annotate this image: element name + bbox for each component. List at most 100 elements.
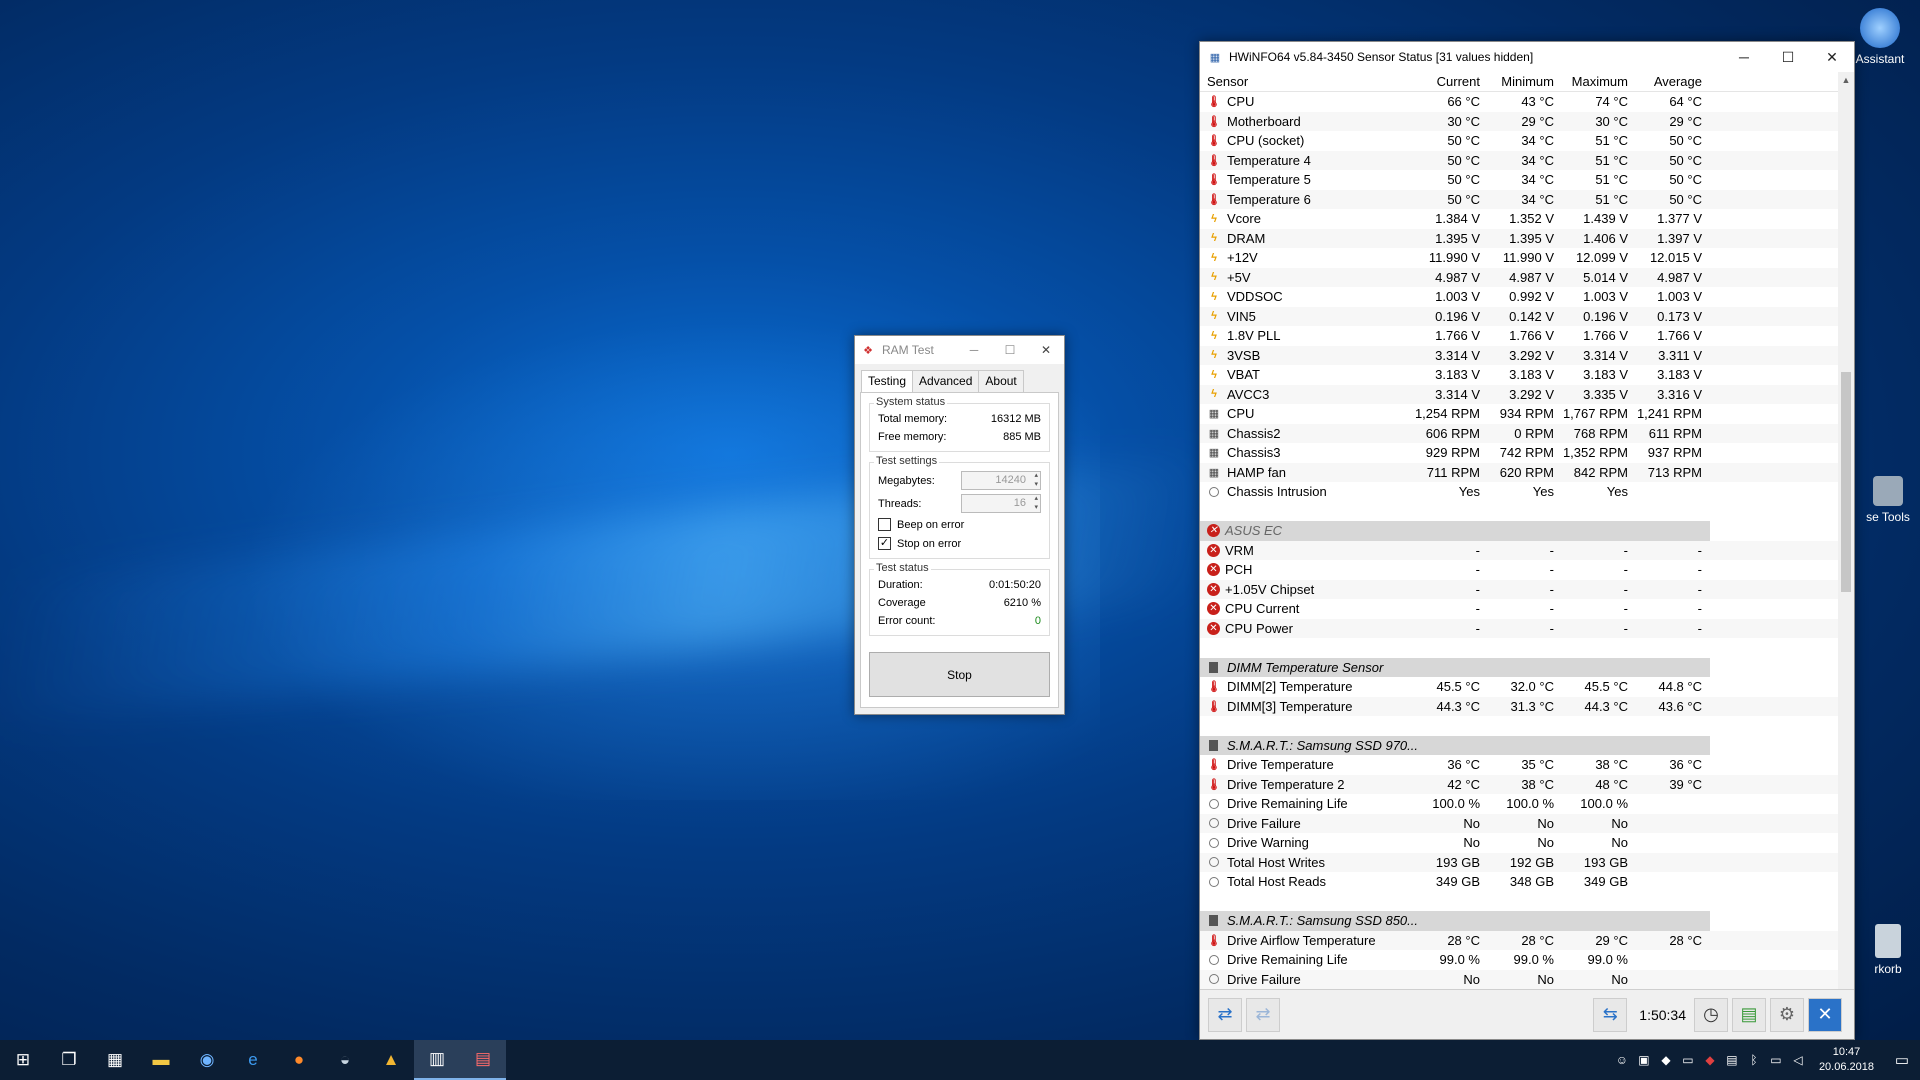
people-icon[interactable]: ☺: [1611, 1053, 1633, 1067]
megabytes-stepper[interactable]: 14240: [961, 471, 1041, 490]
column-header-current[interactable]: Current: [1410, 74, 1484, 89]
tray-app-icon[interactable]: ▣: [1633, 1053, 1655, 1067]
sensor-row[interactable]: 🌡 Motherboard 30 °C 29 °C 30 °C 29 °C: [1200, 111, 1840, 131]
tray-bluetooth-icon[interactable]: ᛒ: [1743, 1053, 1765, 1067]
column-header-average[interactable]: Average: [1632, 74, 1706, 89]
threads-stepper[interactable]: 16: [961, 494, 1041, 513]
sensor-row[interactable]: ϟ DRAM 1.395 V 1.395 V 1.406 V 1.397 V: [1200, 228, 1840, 248]
sensor-row[interactable]: ϟ 1.8V PLL 1.766 V 1.766 V 1.766 V 1.766 V: [1200, 326, 1840, 346]
hwinfo-titlebar[interactable]: ▦ HWiNFO64 v5.84-3450 Sensor Status [31 …: [1200, 42, 1854, 72]
ramtest-taskbar-icon[interactable]: ▥: [414, 1040, 460, 1080]
close-button[interactable]: ✕: [1810, 42, 1854, 72]
sensor-row[interactable]: 🌡 DIMM[3] Temperature 44.3 °C 31.3 °C 44.3 °…: [1200, 696, 1840, 716]
network-icon[interactable]: ⇆: [1593, 997, 1628, 1032]
sensor-row[interactable]: ✕ +1.05V Chipset - - - -: [1200, 579, 1840, 599]
sensor-row[interactable]: Drive Remaining Life 99.0 % 99.0 % 99.0 %: [1200, 950, 1840, 970]
sensor-row[interactable]: ϟ 3VSB 3.314 V 3.292 V 3.314 V 3.311 V: [1200, 345, 1840, 365]
sensor-row[interactable]: ▦ Chassis2 606 RPM 0 RPM 768 RPM 611 RPM: [1200, 423, 1840, 443]
maximize-button[interactable]: ☐: [992, 336, 1028, 364]
sensor-row[interactable]: ▦ CPU 1,254 RPM 934 RPM 1,767 RPM 1,241 RPM: [1200, 404, 1840, 424]
nav-arrows-alt-icon[interactable]: ⇄: [1246, 997, 1280, 1032]
sensor-table[interactable]: Sensor Current Minimum Maximum Average 🌡…: [1200, 72, 1840, 1032]
sensor-row[interactable]: 🌡 CPU (socket) 50 °C 34 °C 51 °C 50 °C: [1200, 131, 1840, 151]
column-header-maximum[interactable]: Maximum: [1558, 74, 1632, 89]
hwinfo-window[interactable]: ▦ HWiNFO64 v5.84-3450 Sensor Status [31 …: [1199, 41, 1855, 1040]
sensor-row[interactable]: ▦ HAMP fan 711 RPM 620 RPM 842 RPM 713 RPM: [1200, 462, 1840, 482]
sensor-row[interactable]: ✕ PCH - - - -: [1200, 560, 1840, 580]
tray-monitor-icon[interactable]: ▭: [1677, 1053, 1699, 1067]
sensor-row[interactable]: 🌡 CPU 66 °C 43 °C 74 °C 64 °C: [1200, 92, 1840, 112]
sensor-row[interactable]: Drive Failure No No No: [1200, 969, 1840, 989]
maximize-button[interactable]: ☐: [1766, 42, 1810, 72]
desktop-icon-recycle-bin[interactable]: rkorb: [1856, 924, 1920, 976]
network-icon[interactable]: ▭: [1765, 1053, 1787, 1067]
stop-on-error-checkbox[interactable]: ✓ Stop on error: [878, 534, 1041, 553]
sensor-row[interactable]: Drive Failure No No No: [1200, 813, 1840, 833]
sensor-row[interactable]: 🌡 Temperature 6 50 °C 34 °C 51 °C 50 °C: [1200, 189, 1840, 209]
warning-app-icon[interactable]: ▲: [368, 1040, 414, 1080]
minimize-button[interactable]: ─: [1722, 42, 1766, 72]
tray-keyboard-icon[interactable]: ▤: [1721, 1053, 1743, 1067]
tab-testing[interactable]: Testing: [861, 370, 914, 392]
sensor-group-header[interactable]: DIMM Temperature Sensor: [1200, 657, 1840, 677]
sensor-group-header[interactable]: S.M.A.R.T.: Samsung SSD 970...: [1200, 735, 1840, 755]
task-view-icon[interactable]: ❐: [46, 1040, 92, 1080]
tab-advanced[interactable]: Advanced: [912, 370, 980, 392]
sensor-row[interactable]: ✕ VRM - - - -: [1200, 540, 1840, 560]
tray-shield-icon[interactable]: ◆: [1655, 1053, 1677, 1067]
sensor-row[interactable]: ϟ +12V 11.990 V 11.990 V 12.099 V 12.015 V: [1200, 248, 1840, 268]
scroll-up-icon[interactable]: ▲: [1838, 72, 1854, 88]
sensor-group-header[interactable]: S.M.A.R.T.: Samsung SSD 850...: [1200, 911, 1840, 931]
sensor-group-header[interactable]: ✕ ASUS EC: [1200, 521, 1840, 541]
sensor-row[interactable]: ✕ CPU Current - - - -: [1200, 599, 1840, 619]
sensor-row[interactable]: ϟ VDDSOC 1.003 V 0.992 V 1.003 V 1.003 V: [1200, 287, 1840, 307]
nav-arrows-icon[interactable]: ⇄: [1208, 997, 1242, 1032]
close-button[interactable]: ✕: [1028, 336, 1064, 364]
sensor-row[interactable]: 🌡 Drive Temperature 2 42 °C 38 °C 48 °C 39 °C: [1200, 774, 1840, 794]
sensor-row[interactable]: 🌡 DIMM[2] Temperature 45.5 °C 32.0 °C 45.5 °…: [1200, 677, 1840, 697]
tray-security-icon[interactable]: ◆: [1699, 1053, 1721, 1067]
sensor-row[interactable]: ✕ CPU Power - - - -: [1200, 618, 1840, 638]
sensor-row[interactable]: 🌡 Drive Temperature 36 °C 35 °C 38 °C 36 °C: [1200, 755, 1840, 775]
sensor-row[interactable]: 🌡 Temperature 5 50 °C 34 °C 51 °C 50 °C: [1200, 170, 1840, 190]
scrollbar-thumb[interactable]: [1841, 372, 1851, 592]
ramtest-titlebar[interactable]: ❖ RAM Test ─ ☐ ✕: [855, 336, 1064, 364]
action-center-icon[interactable]: ▭: [1884, 1051, 1920, 1069]
edge-icon[interactable]: e: [230, 1040, 276, 1080]
start-windows-icon[interactable]: ⊞: [0, 1040, 46, 1080]
sensor-row[interactable]: 🌡 Drive Airflow Temperature 28 °C 28 °C 29 °…: [1200, 930, 1840, 950]
beep-on-error-checkbox[interactable]: Beep on error: [878, 515, 1041, 534]
volume-icon[interactable]: ◁: [1787, 1053, 1809, 1067]
sensor-row[interactable]: Drive Remaining Life 100.0 % 100.0 % 100.0 …: [1200, 794, 1840, 814]
sensor-row[interactable]: ▦ Chassis3 929 RPM 742 RPM 1,352 RPM 937 RPM: [1200, 443, 1840, 463]
taskbar-clock[interactable]: 10:47 20.06.2018: [1809, 1045, 1884, 1075]
sensor-row[interactable]: ϟ Vcore 1.384 V 1.352 V 1.439 V 1.377 V: [1200, 209, 1840, 229]
clock-icon[interactable]: ◷: [1694, 997, 1728, 1032]
sensor-row[interactable]: Total Host Reads 349 GB 348 GB 349 GB: [1200, 872, 1840, 892]
tab-about[interactable]: About: [978, 370, 1024, 392]
ramtest-window[interactable]: ❖ RAM Test ─ ☐ ✕ Testing Advanced About …: [854, 335, 1065, 715]
hwinfo-taskbar-icon[interactable]: ▤: [460, 1040, 506, 1080]
sensor-row[interactable]: ϟ VBAT 3.183 V 3.183 V 3.183 V 3.183 V: [1200, 365, 1840, 385]
sensor-row[interactable]: Drive Warning No No No: [1200, 833, 1840, 853]
sensor-row[interactable]: ϟ AVCC3 3.314 V 3.292 V 3.335 V 3.316 V: [1200, 384, 1840, 404]
report-icon[interactable]: ▤: [1732, 997, 1766, 1032]
file-explorer-icon[interactable]: ▬: [138, 1040, 184, 1080]
firefox-icon[interactable]: ●: [276, 1040, 322, 1080]
vertical-scrollbar[interactable]: ▲ ▼: [1838, 72, 1854, 1032]
calculator-icon[interactable]: ▦: [92, 1040, 138, 1080]
sensor-row[interactable]: ϟ +5V 4.987 V 4.987 V 5.014 V 4.987 V: [1200, 267, 1840, 287]
settings-icon[interactable]: ⚙: [1770, 997, 1804, 1032]
sensor-row[interactable]: Total Host Writes 193 GB 192 GB 193 GB: [1200, 852, 1840, 872]
steam-icon[interactable]: ◒: [322, 1040, 368, 1080]
sensor-row[interactable]: 🌡 Temperature 4 50 °C 34 °C 51 °C 50 °C: [1200, 150, 1840, 170]
column-header-sensor[interactable]: Sensor: [1200, 74, 1410, 89]
close-sensors-icon[interactable]: ✕: [1808, 997, 1842, 1032]
minimize-button[interactable]: ─: [956, 336, 992, 364]
sensor-row[interactable]: Chassis Intrusion Yes Yes Yes: [1200, 482, 1840, 502]
column-header-minimum[interactable]: Minimum: [1484, 74, 1558, 89]
stop-button[interactable]: Stop: [869, 652, 1050, 697]
sensor-row[interactable]: ϟ VIN5 0.196 V 0.142 V 0.196 V 0.173 V: [1200, 306, 1840, 326]
desktop-icon-tools[interactable]: se Tools: [1856, 476, 1920, 524]
browser-globe-icon[interactable]: ◉: [184, 1040, 230, 1080]
